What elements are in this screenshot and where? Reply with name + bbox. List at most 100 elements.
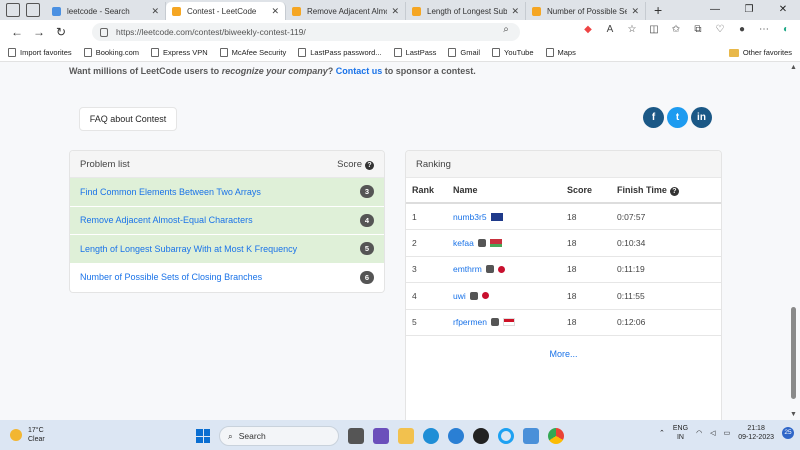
social-links: f t in bbox=[643, 107, 712, 128]
problem-link[interactable]: Remove Adjacent Almost-Equal Characters bbox=[80, 215, 253, 225]
bookmark-item[interactable]: Import favorites bbox=[8, 48, 72, 57]
other-favorites[interactable]: Other favorites bbox=[728, 48, 792, 57]
user-link[interactable]: kefaa bbox=[453, 238, 474, 248]
bookmark-item[interactable]: LastPass bbox=[393, 48, 436, 57]
workspaces-icon[interactable] bbox=[6, 3, 20, 17]
close-tab-icon[interactable]: ✕ bbox=[511, 6, 519, 17]
url-field[interactable]: https://leetcode.com/contest/biweekly-co… bbox=[92, 23, 520, 41]
more-link[interactable]: More... bbox=[406, 336, 721, 372]
refresh-icon[interactable]: ↻ bbox=[50, 25, 72, 39]
score-badge: 5 bbox=[360, 242, 374, 256]
bookmark-item[interactable]: LastPass password... bbox=[298, 48, 382, 57]
tab-favicon-icon bbox=[52, 6, 61, 16]
user-link[interactable]: emthrm bbox=[453, 264, 482, 274]
user-link[interactable]: uwi bbox=[453, 291, 466, 301]
problem-link[interactable]: Length of Longest Subarray With at Most … bbox=[80, 244, 297, 254]
clock[interactable]: 21:18 09-12-2023 bbox=[738, 424, 774, 442]
meet-icon[interactable] bbox=[373, 428, 389, 444]
linkedin-icon[interactable]: in bbox=[691, 107, 712, 128]
ranking-columns: Rank Name Score Finish Time? bbox=[406, 178, 721, 204]
new-tab-button[interactable]: + bbox=[654, 2, 662, 18]
browser-tab[interactable]: Number of Possible Sets ✕ bbox=[526, 2, 646, 20]
more-menu-icon[interactable]: ⋯ bbox=[758, 24, 770, 36]
tab-favicon-icon bbox=[172, 6, 181, 16]
browser-tab[interactable]: Contest - LeetCode ✕ bbox=[166, 2, 286, 20]
rank-cell: 4 bbox=[412, 290, 417, 301]
bookmark-item[interactable]: Gmail bbox=[448, 48, 480, 57]
github-icon[interactable] bbox=[473, 428, 489, 444]
wifi-icon[interactable]: ◠ bbox=[696, 429, 702, 437]
copilot-icon[interactable]: ◐ bbox=[780, 24, 792, 36]
browser-tab[interactable]: Length of Longest Subar ✕ bbox=[406, 2, 526, 20]
close-tab-icon[interactable]: ✕ bbox=[631, 6, 639, 17]
edge-icon[interactable] bbox=[423, 428, 439, 444]
notification-badge[interactable]: 25 bbox=[782, 427, 794, 439]
minimize-icon[interactable]: — bbox=[698, 0, 732, 20]
bookmark-item[interactable]: Maps bbox=[545, 48, 576, 57]
weather-widget[interactable]: 17°C Clear bbox=[10, 426, 45, 444]
close-window-icon[interactable]: ✕ bbox=[766, 0, 800, 20]
faq-button[interactable]: FAQ about Contest bbox=[79, 107, 177, 131]
forward-icon[interactable]: → bbox=[28, 25, 50, 39]
scrollbar-thumb[interactable] bbox=[791, 307, 796, 399]
favorites-icon[interactable]: ✩ bbox=[670, 24, 682, 36]
back-icon[interactable]: ← bbox=[6, 25, 28, 39]
collections-icon[interactable]: ⧉ bbox=[692, 24, 704, 36]
file-explorer-icon[interactable] bbox=[398, 428, 414, 444]
favorite-star-icon[interactable]: ☆ bbox=[626, 24, 638, 36]
browser-tab[interactable]: leetcode - Search ✕ bbox=[46, 2, 166, 20]
help-icon[interactable]: ? bbox=[365, 160, 374, 170]
read-aloud-icon[interactable]: A bbox=[604, 24, 616, 36]
tab-actions-icon[interactable] bbox=[26, 3, 40, 17]
score-cell: 18 bbox=[567, 211, 577, 222]
contest-badge-icon bbox=[491, 318, 500, 327]
close-tab-icon[interactable]: ✕ bbox=[391, 6, 399, 17]
profile-icon[interactable]: ● bbox=[736, 24, 748, 36]
split-screen-icon[interactable]: ◫ bbox=[648, 24, 660, 36]
name-cell: uwi bbox=[453, 291, 567, 301]
help-icon[interactable]: ? bbox=[669, 186, 679, 196]
bookmark-item[interactable]: Booking.com bbox=[83, 48, 139, 57]
problem-row: Length of Longest Subarray With at Most … bbox=[70, 235, 384, 264]
score-header-label: Score bbox=[337, 158, 362, 170]
col-finish: Finish Time? bbox=[617, 185, 707, 196]
bookmark-item[interactable]: YouTube bbox=[492, 48, 534, 57]
help-app-icon[interactable] bbox=[448, 428, 464, 444]
bookmark-item[interactable]: McAfee Security bbox=[219, 48, 286, 57]
language-indicator[interactable]: ENG IN bbox=[673, 424, 688, 442]
user-link[interactable]: numb3r5 bbox=[453, 212, 487, 222]
system-tray: ⌃ ENG IN ◠ ◁ ▭ 21:18 09-12-2023 25 bbox=[659, 424, 794, 442]
scroll-down-icon[interactable]: ▼ bbox=[790, 411, 797, 418]
name-cell: emthrm bbox=[453, 264, 567, 274]
bookmark-icon bbox=[393, 48, 402, 57]
task-view-icon[interactable] bbox=[348, 428, 364, 444]
close-tab-icon[interactable]: ✕ bbox=[151, 6, 159, 17]
close-tab-icon[interactable]: ✕ bbox=[271, 6, 279, 17]
bookmark-item[interactable]: Express VPN bbox=[151, 48, 208, 57]
ranking-row: 4 uwi 18 0:11:55 bbox=[406, 283, 721, 310]
country-flag-icon bbox=[497, 265, 505, 273]
store-icon[interactable] bbox=[523, 428, 539, 444]
browser-tab[interactable]: Remove Adjacent Almos ✕ bbox=[286, 2, 406, 20]
maximize-icon[interactable]: ❐ bbox=[732, 0, 766, 20]
facebook-icon[interactable]: f bbox=[643, 107, 664, 128]
cortana-icon[interactable] bbox=[498, 428, 514, 444]
chrome-icon[interactable] bbox=[548, 428, 564, 444]
volume-icon[interactable]: ◁ bbox=[710, 429, 715, 437]
user-link[interactable]: rfpermen bbox=[453, 317, 487, 327]
twitter-icon[interactable]: t bbox=[667, 107, 688, 128]
col-name: Name bbox=[453, 185, 478, 195]
bookmark-label: Maps bbox=[557, 48, 576, 57]
scroll-up-icon[interactable]: ▲ bbox=[790, 64, 797, 71]
problem-link[interactable]: Number of Possible Sets of Closing Branc… bbox=[80, 272, 262, 282]
page-scrollbar[interactable]: ▲ ▼ bbox=[787, 62, 800, 420]
extension-icon[interactable]: ◆ bbox=[582, 24, 594, 36]
chevron-up-icon[interactable]: ⌃ bbox=[659, 429, 665, 437]
taskbar-search[interactable]: ⌕ Search bbox=[219, 426, 339, 446]
browser-essentials-icon[interactable]: ♡ bbox=[714, 24, 726, 36]
battery-icon[interactable]: ▭ bbox=[724, 429, 731, 437]
windows-start-icon[interactable] bbox=[196, 429, 210, 443]
problem-link[interactable]: Find Common Elements Between Two Arrays bbox=[80, 187, 261, 197]
contact-us-link[interactable]: Contact us bbox=[336, 66, 383, 76]
zoom-icon[interactable]: ⌕ bbox=[500, 24, 512, 36]
